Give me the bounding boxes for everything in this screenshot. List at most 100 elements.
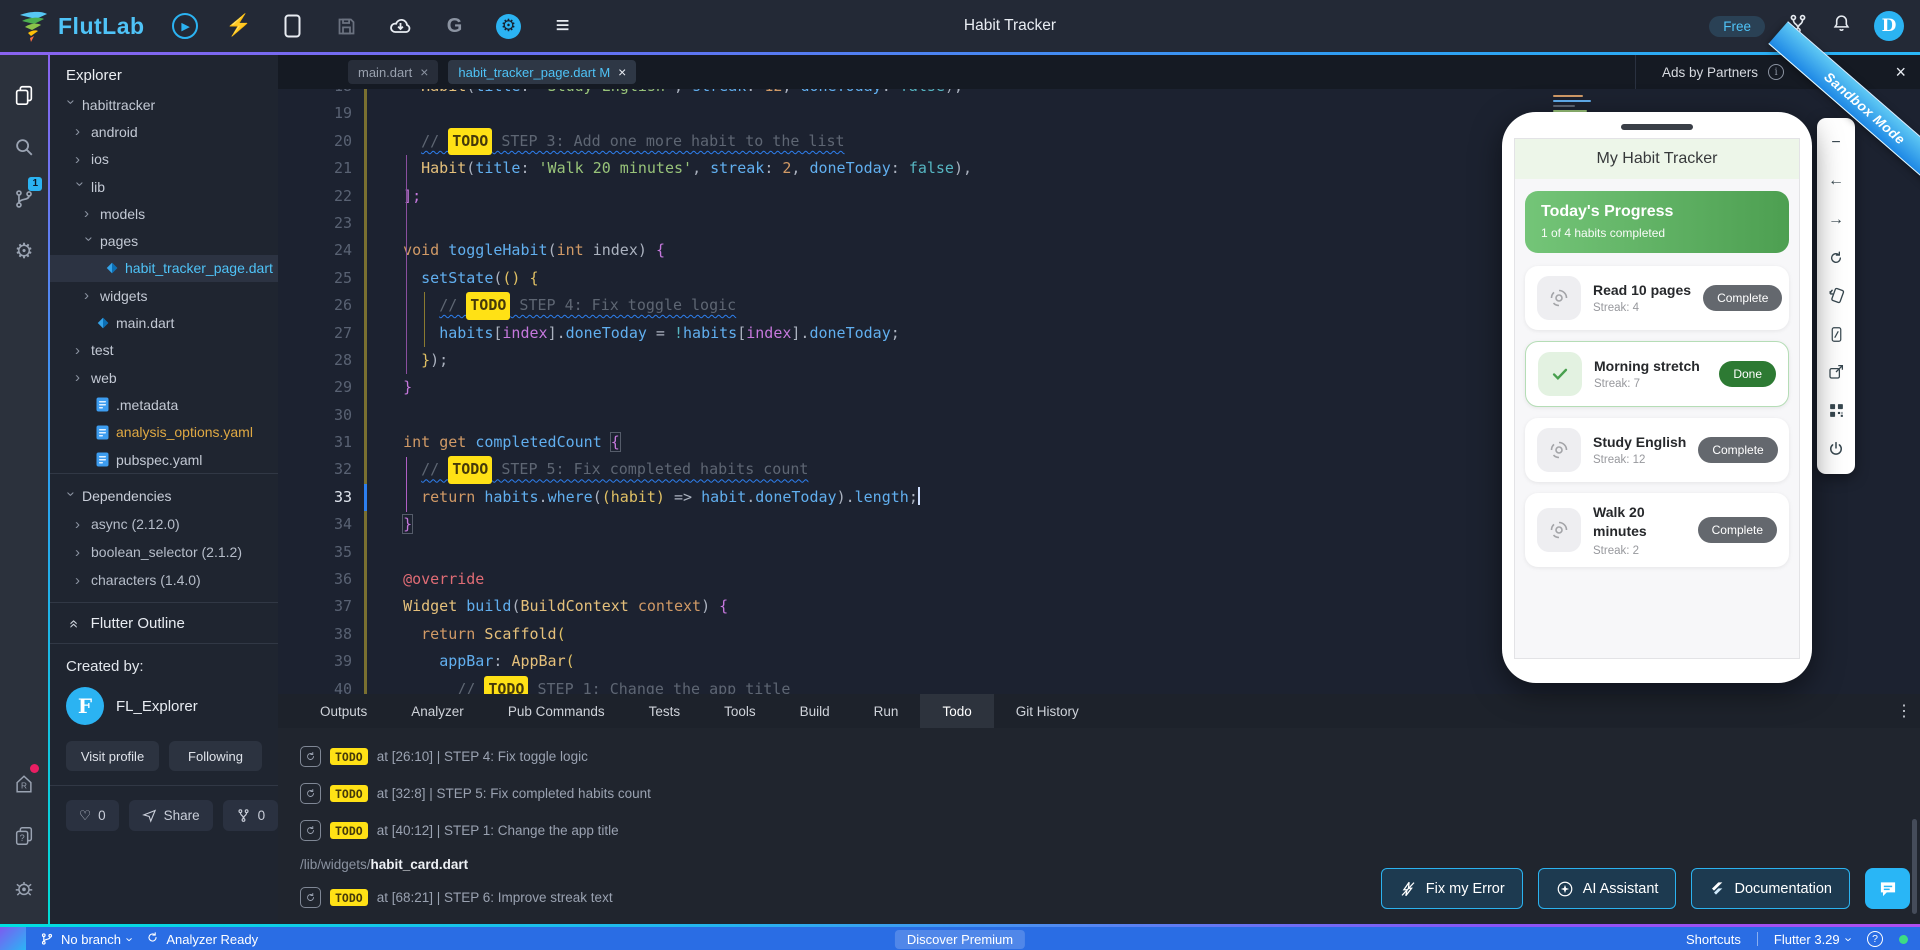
line-number: 32 [333,460,352,479]
flutter-version-selector[interactable]: Flutter 3.29 › [1774,932,1856,947]
help-button[interactable]: ? [1867,931,1883,947]
crossed-bolt-icon [1401,881,1415,896]
habit-status-pill[interactable]: Complete [1697,516,1777,543]
tree-item-analysis_options.yaml[interactable]: analysis_options.yaml [50,419,278,446]
code-line-18[interactable]: 18 Habit(title: 'Study English', streak:… [278,89,1920,101]
analyzer-status[interactable]: Analyzer Ready [146,931,258,947]
tree-item-widgets[interactable]: › widgets [50,282,278,309]
branch-selector[interactable]: No branch › [40,932,138,947]
user-avatar[interactable]: D [1874,11,1904,41]
like-button[interactable]: ♡ 0 [66,800,119,832]
main-menu-button[interactable]: ≡ [549,12,577,40]
tree-item-pubspec.yaml[interactable]: pubspec.yaml [50,446,278,473]
close-tab-icon[interactable]: × [420,64,428,80]
tree-item-pages[interactable]: › pages [50,227,278,254]
fix-my-error-button[interactable]: Fix my Error [1380,868,1523,909]
discover-premium-button[interactable]: Discover Premium [894,929,1026,949]
rail-files-button[interactable] [0,69,48,121]
tree-item-lib[interactable]: › lib [50,173,278,200]
panel-overflow-button[interactable]: ⋮ [1896,701,1912,721]
run-project-button[interactable]: ▶ [171,12,199,40]
panel-tab-git-history[interactable]: Git History [994,694,1101,728]
panel-tab-run[interactable]: Run [852,694,921,728]
shortcuts-button[interactable]: Shortcuts [1686,932,1741,947]
habit-card[interactable]: Morning stretch Streak: 7 Done [1525,341,1789,407]
tree-item-android[interactable]: › android [50,118,278,145]
flutlab-logo[interactable]: FlutLab [16,9,145,43]
rail-search-button[interactable] [0,121,48,173]
todo-row[interactable]: TODO at [40:12] | STEP 1: Change the app … [300,812,1920,849]
habit-card[interactable]: Walk 20 minutes Streak: 2 Complete [1525,493,1789,567]
todo-row[interactable]: TODO at [32:8] | STEP 5: Fix completed ha… [300,775,1920,812]
panel-tab-todo[interactable]: Todo [920,694,994,728]
goto-todo-icon[interactable] [300,820,321,841]
rotate-device-button[interactable] [1824,284,1848,308]
panel-tab-outputs[interactable]: Outputs [298,694,389,728]
cloud-download-button[interactable] [387,12,415,40]
tree-item-habittracker[interactable]: › habittracker [50,91,278,118]
reload-preview-button[interactable] [1824,246,1848,270]
habit-title: Morning stretch [1594,358,1700,374]
documentation-button[interactable]: Documentation [1691,868,1850,909]
dependency-item[interactable]: › async (2.12.0) [50,510,278,538]
plan-badge[interactable]: Free [1709,15,1765,37]
panel-tab-analyzer[interactable]: Analyzer [389,694,486,728]
goto-todo-icon[interactable] [300,746,321,767]
visit-profile-button[interactable]: Visit profile [66,741,159,772]
goto-todo-icon[interactable] [300,783,321,804]
tree-item-.metadata[interactable]: .metadata [50,391,278,418]
google-services-button[interactable]: G [441,12,469,40]
panel-scrollbar[interactable] [1912,819,1917,914]
dependency-item[interactable]: › characters (1.4.0) [50,566,278,594]
habit-card[interactable]: Read 10 pages Streak: 4 Complete [1525,266,1789,330]
rail-help-docs-button[interactable]: ? [0,810,48,862]
resize-device-button[interactable] [1824,322,1848,346]
rail-settings-button[interactable]: ⚙ [0,225,48,277]
chat-button[interactable] [1865,868,1910,909]
habit-status-pill[interactable]: Complete [1703,285,1783,311]
rail-home-button[interactable]: R [0,758,48,810]
todo-badge: TODO [330,785,368,802]
open-external-button[interactable] [1824,360,1848,384]
habit-card[interactable]: Study English Streak: 12 Complete [1525,418,1789,482]
tree-item-web[interactable]: › web [50,364,278,391]
flutter-outline-toggle[interactable]: ‹‹ Flutter Outline [50,602,278,645]
notifications-button[interactable] [1831,13,1852,40]
save-button[interactable] [333,12,361,40]
goto-todo-icon[interactable] [300,887,321,908]
panel-tab-tools[interactable]: Tools [702,694,778,728]
panel-tab-build[interactable]: Build [778,694,852,728]
ai-assistant-button[interactable]: AI Assistant [1537,868,1677,909]
panel-tab-tests[interactable]: Tests [627,694,703,728]
habit-status-pill[interactable]: Done [1719,361,1776,387]
editor-tab-habit_tracker_page.dart[interactable]: habit_tracker_page.dart M × [448,60,637,84]
tree-item-main.dart[interactable]: main.dart [50,309,278,336]
dependency-item[interactable]: › boolean_selector (2.1.2) [50,538,278,566]
tree-item-test[interactable]: › test [50,337,278,364]
device-preview-button[interactable] [279,12,307,40]
habit-status-pill[interactable]: Complete [1698,437,1778,463]
tree-item-models[interactable]: › models [50,200,278,227]
close-preview-button[interactable]: × [1895,62,1906,83]
hot-reload-button[interactable]: ⚡ [225,12,253,40]
fork-button[interactable]: 0 [222,800,279,832]
power-off-button[interactable] [1824,437,1848,461]
collapse-preview-button[interactable]: − [1824,131,1848,155]
share-button[interactable]: Share [128,800,213,832]
rail-source-control-button[interactable]: 1 [0,173,48,225]
nav-forward-button[interactable]: → [1824,208,1848,232]
todo-row[interactable]: TODO at [26:10] | STEP 4: Fix toggle logi… [300,738,1920,775]
panel-tab-pub-commands[interactable]: Pub Commands [486,694,627,728]
qr-code-button[interactable] [1824,399,1848,423]
info-icon[interactable]: i [1768,64,1785,80]
nav-back-button[interactable]: ← [1824,169,1848,193]
editor-tab-main.dart[interactable]: main.dart × [348,60,439,84]
tree-item-habit_tracker_page.dart[interactable]: habit_tracker_page.dartM [50,254,298,283]
following-button[interactable]: Following [169,741,262,772]
tree-item-ios[interactable]: › ios [50,146,278,173]
creator-avatar[interactable]: F [66,687,104,726]
close-tab-icon[interactable]: × [618,64,626,80]
dependencies-header[interactable]: › Dependencies [50,482,278,510]
rail-debug-button[interactable] [0,862,48,914]
settings-button[interactable]: ⚙ [495,12,523,40]
